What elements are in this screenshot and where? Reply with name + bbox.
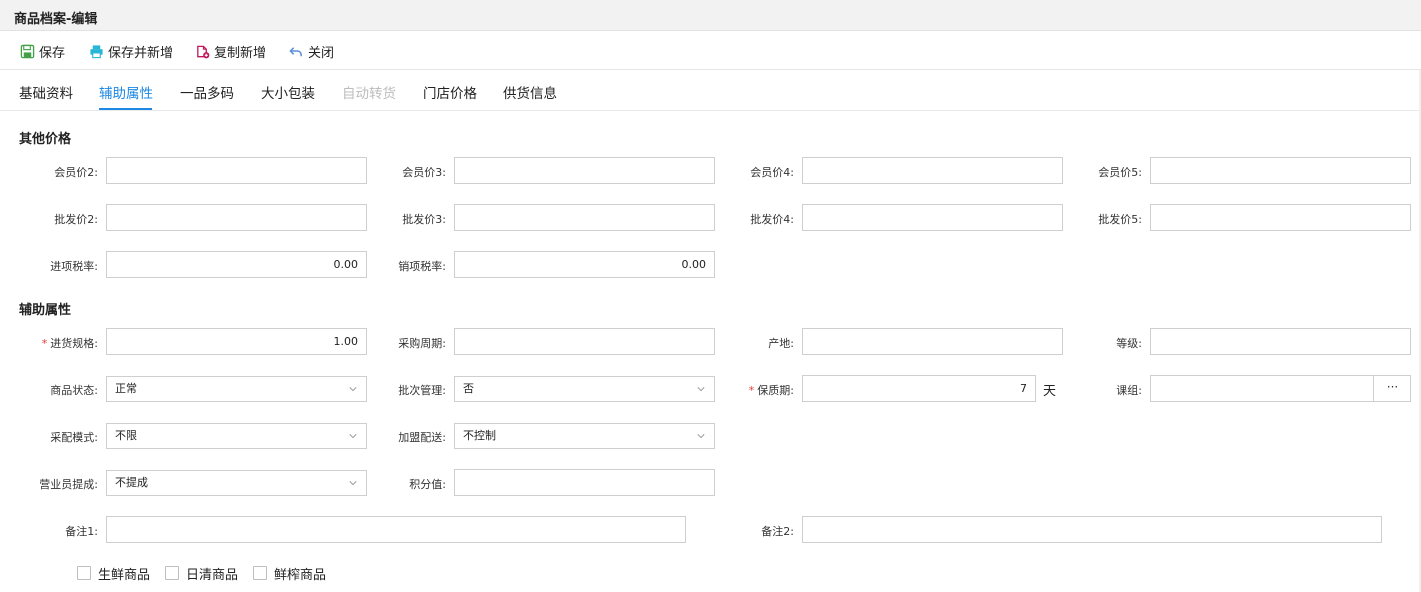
save-label: 保存 xyxy=(39,45,66,61)
tab-multi-barcode[interactable]: 一品多码 xyxy=(180,82,234,102)
grade-input[interactable] xyxy=(1150,328,1411,355)
checkbox-box xyxy=(253,566,267,580)
note-1-label: 备注1: xyxy=(65,525,98,538)
wholesale-price-3-input[interactable] xyxy=(454,204,715,231)
origin-input[interactable] xyxy=(802,328,1063,355)
member-price-4-input[interactable] xyxy=(802,157,1063,184)
product-status-select[interactable]: 正常 xyxy=(106,376,367,402)
output-tax-rate-label: 销项税率: xyxy=(398,260,446,273)
salesperson-commission-label: 营业员提成: xyxy=(39,478,98,491)
franchise-delivery-select[interactable]: 不控制 xyxy=(454,423,715,449)
toolbar: 保存 保存并新增 复制新增 关闭 xyxy=(0,31,1421,70)
shelf-life-label-text: 保质期: xyxy=(757,384,794,397)
shelf-life-input[interactable] xyxy=(802,375,1036,402)
purchase-spec-label: * 进货规格: xyxy=(42,335,98,351)
distribution-mode-select[interactable]: 不限 xyxy=(106,423,367,449)
save-and-new-label: 保存并新增 xyxy=(108,45,174,61)
batch-management-label: 批次管理: xyxy=(398,384,446,397)
note-1-input[interactable] xyxy=(106,516,686,543)
batch-management-select[interactable]: 否 xyxy=(454,376,715,402)
points-value-label: 积分值: xyxy=(409,478,446,491)
course-group-input[interactable] xyxy=(1150,375,1411,402)
copy-plus-icon xyxy=(197,45,210,58)
product-status-value: 正常 xyxy=(115,382,137,395)
course-group-picker-button[interactable]: ··· xyxy=(1373,376,1411,401)
batch-management-value: 否 xyxy=(463,382,474,395)
wholesale-price-3-label: 批发价3: xyxy=(402,213,446,226)
distribution-mode-value: 不限 xyxy=(115,429,137,442)
member-price-3-label: 会员价3: xyxy=(402,166,446,179)
product-status-label: 商品状态: xyxy=(50,384,98,397)
purchase-cycle-label: 采购周期: xyxy=(398,337,446,350)
output-tax-rate-input[interactable] xyxy=(454,251,715,278)
course-group-label: 课组: xyxy=(1116,384,1142,397)
shelf-life-label: * 保质期: xyxy=(749,382,794,398)
section-aux-attributes-heading: 辅助属性 xyxy=(19,303,72,318)
daily-clear-product-checkbox[interactable]: 日清商品 xyxy=(165,565,239,583)
window-title-bar: 商品档案-编辑 xyxy=(0,0,1421,31)
close-button[interactable]: 关闭 xyxy=(289,42,335,61)
daily-clear-product-label: 日清商品 xyxy=(186,567,239,583)
chevron-down-icon xyxy=(349,387,357,392)
wholesale-price-4-label: 批发价4: xyxy=(750,213,794,226)
franchise-delivery-label: 加盟配送: xyxy=(398,431,446,444)
fresh-product-label: 生鲜商品 xyxy=(98,567,151,583)
wholesale-price-2-label: 批发价2: xyxy=(54,213,98,226)
undo-arrow-icon xyxy=(289,46,302,56)
input-tax-rate-label: 进项税率: xyxy=(50,260,98,273)
copy-and-new-label: 复制新增 xyxy=(214,45,267,61)
tab-store-price[interactable]: 门店价格 xyxy=(423,82,477,102)
tab-bar: 基础资料 辅助属性 一品多码 大小包装 自动转货 门店价格 供货信息 xyxy=(0,70,1421,111)
input-tax-rate-input[interactable] xyxy=(106,251,367,278)
wholesale-price-5-label: 批发价5: xyxy=(1098,213,1142,226)
section-other-prices-heading: 其他价格 xyxy=(19,132,72,147)
close-label: 关闭 xyxy=(308,45,335,61)
salesperson-commission-select[interactable]: 不提成 xyxy=(106,470,367,496)
tab-package-size[interactable]: 大小包装 xyxy=(261,82,315,102)
chevron-down-icon xyxy=(697,434,705,439)
purchase-cycle-input[interactable] xyxy=(454,328,715,355)
chevron-down-icon xyxy=(349,434,357,439)
distribution-mode-label: 采配模式: xyxy=(50,431,98,444)
chevron-down-icon xyxy=(697,387,705,392)
required-asterisk: * xyxy=(41,337,48,350)
shelf-life-unit: 天 xyxy=(1043,384,1057,399)
member-price-5-label: 会员价5: xyxy=(1098,166,1142,179)
member-price-4-label: 会员价4: xyxy=(750,166,794,179)
purchase-spec-input[interactable] xyxy=(106,328,367,355)
tab-auto-transfer: 自动转货 xyxy=(342,86,396,102)
printer-icon xyxy=(90,44,103,58)
member-price-2-input[interactable] xyxy=(106,157,367,184)
tab-aux-attributes[interactable]: 辅助属性 xyxy=(99,82,153,102)
fresh-squeezed-product-label: 鲜榨商品 xyxy=(274,567,327,583)
save-and-new-button[interactable]: 保存并新增 xyxy=(89,42,174,61)
copy-and-new-button[interactable]: 复制新增 xyxy=(195,42,267,61)
tab-supply-info[interactable]: 供货信息 xyxy=(503,82,557,102)
grade-label: 等级: xyxy=(1116,337,1142,350)
save-button[interactable]: 保存 xyxy=(20,42,66,61)
note-2-input[interactable] xyxy=(802,516,1382,543)
fresh-squeezed-product-checkbox[interactable]: 鲜榨商品 xyxy=(253,565,327,583)
member-price-2-label: 会员价2: xyxy=(54,166,98,179)
window-title: 商品档案-编辑 xyxy=(14,12,98,27)
purchase-spec-label-text: 进货规格: xyxy=(50,337,98,350)
wholesale-price-5-input[interactable] xyxy=(1150,204,1411,231)
origin-label: 产地: xyxy=(768,337,794,350)
tab-basic-info[interactable]: 基础资料 xyxy=(19,82,73,102)
chevron-down-icon xyxy=(349,481,357,486)
salesperson-commission-value: 不提成 xyxy=(115,476,148,489)
wholesale-price-2-input[interactable] xyxy=(106,204,367,231)
checkbox-box xyxy=(165,566,179,580)
checkbox-box xyxy=(77,566,91,580)
wholesale-price-4-input[interactable] xyxy=(802,204,1063,231)
save-icon xyxy=(20,44,35,58)
points-value-input[interactable] xyxy=(454,469,715,496)
member-price-3-input[interactable] xyxy=(454,157,715,184)
required-asterisk: * xyxy=(748,384,755,397)
fresh-product-checkbox[interactable]: 生鲜商品 xyxy=(77,565,151,583)
note-2-label: 备注2: xyxy=(761,525,794,538)
franchise-delivery-value: 不控制 xyxy=(463,429,496,442)
active-tab-indicator xyxy=(99,108,152,110)
member-price-5-input[interactable] xyxy=(1150,157,1411,184)
